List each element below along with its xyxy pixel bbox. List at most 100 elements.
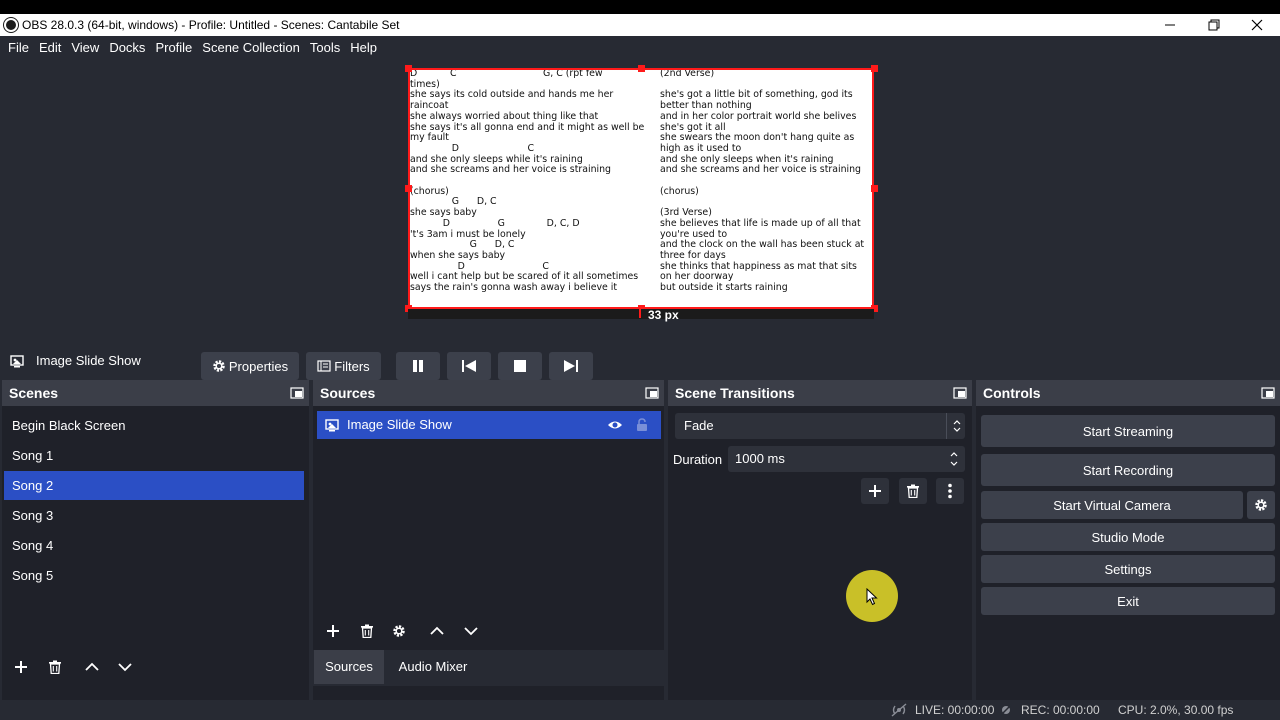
plus-icon	[327, 625, 339, 637]
source-properties-button[interactable]	[385, 618, 413, 644]
current-source-label: Image Slide Show	[36, 353, 141, 368]
undock-icon[interactable]	[290, 387, 304, 399]
undock-icon[interactable]	[645, 387, 659, 399]
tab-sources[interactable]: Sources	[314, 650, 384, 684]
move-source-up-button[interactable]	[423, 618, 451, 644]
move-scene-down-button[interactable]	[111, 654, 139, 680]
stop-slideshow-button[interactable]	[498, 352, 542, 380]
plus-icon	[869, 485, 881, 497]
move-source-down-button[interactable]	[457, 618, 485, 644]
title-bar: OBS 28.0.3 (64-bit, windows) - Profile: …	[0, 14, 1280, 36]
broadcast-off-icon	[891, 703, 907, 717]
resize-handle-top[interactable]	[638, 65, 645, 72]
scenes-header: Scenes	[2, 380, 309, 406]
chevron-down-icon	[118, 663, 132, 672]
resize-handle-right[interactable]	[871, 185, 878, 192]
skip-next-icon	[564, 360, 578, 372]
eye-icon[interactable]	[607, 419, 623, 431]
previous-slide-button[interactable]	[447, 352, 491, 380]
transition-select[interactable]: Fade	[675, 413, 965, 439]
tab-audio-mixer[interactable]: Audio Mixer	[390, 650, 476, 684]
unlock-icon[interactable]	[636, 418, 648, 432]
scene-item-song-5[interactable]: Song 5	[4, 561, 304, 590]
lyrics-left-column: D C G, C (rpt few times) she says its co…	[410, 68, 645, 294]
select-arrows	[946, 413, 965, 439]
duration-spinbox[interactable]: 1000 ms	[728, 446, 965, 472]
preview-area[interactable]: D C G, C (rpt few times) she says its co…	[0, 58, 1280, 344]
menu-scene-collection[interactable]: Scene Collection	[197, 40, 305, 55]
live-timer: LIVE: 00:00:00	[915, 703, 995, 717]
controls-header: Controls	[976, 380, 1280, 406]
menu-docks[interactable]: Docks	[104, 40, 150, 55]
menu-view[interactable]: View	[66, 40, 104, 55]
source-item[interactable]: Image Slide Show	[317, 411, 661, 439]
pause-slideshow-button[interactable]	[396, 352, 440, 380]
add-transition-button[interactable]	[861, 478, 889, 504]
add-source-button[interactable]	[319, 618, 347, 644]
scene-item-song-4[interactable]: Song 4	[4, 531, 304, 560]
restore-button[interactable]	[1192, 14, 1236, 36]
undock-icon[interactable]	[953, 387, 967, 399]
scene-item-song-3[interactable]: Song 3	[4, 501, 304, 530]
trash-icon	[361, 624, 373, 638]
rec-timer: REC: 00:00:00	[1021, 703, 1100, 717]
minimize-button[interactable]	[1148, 14, 1192, 36]
sources-header: Sources	[313, 380, 664, 406]
spin-arrows-icon[interactable]	[949, 450, 959, 468]
properties-button[interactable]: Properties	[201, 352, 299, 380]
exit-button[interactable]: Exit	[981, 587, 1275, 615]
menu-help[interactable]: Help	[345, 40, 382, 55]
current-source: Image Slide Show	[10, 353, 141, 368]
transition-menu-button[interactable]	[936, 478, 964, 504]
status-bar: LIVE: 00:00:00 REC: 00:00:00 CPU: 2.0%, …	[0, 700, 1280, 720]
start-streaming-button[interactable]: Start Streaming	[981, 415, 1275, 447]
duration-label: Duration	[673, 452, 723, 467]
chevron-up-icon	[85, 662, 99, 671]
remove-scene-button[interactable]	[41, 654, 69, 680]
virtual-camera-settings-button[interactable]	[1247, 491, 1275, 519]
preview-canvas[interactable]: D C G, C (rpt few times) she says its co…	[408, 68, 874, 309]
scene-item-begin-black-screen[interactable]: Begin Black Screen	[4, 411, 304, 440]
scene-item-song-1[interactable]: Song 1	[4, 441, 304, 470]
remove-transition-button[interactable]	[899, 478, 927, 504]
filters-label: Filters	[334, 358, 370, 374]
properties-label: Properties	[228, 358, 289, 374]
more-vertical-icon	[948, 483, 952, 499]
resize-handle-top-left[interactable]	[405, 65, 412, 72]
chevron-up-icon	[430, 626, 444, 635]
start-virtual-camera-button[interactable]: Start Virtual Camera	[981, 491, 1243, 519]
menu-file[interactable]: File	[3, 40, 34, 55]
remove-source-button[interactable]	[353, 618, 381, 644]
filter-icon	[317, 360, 331, 372]
filters-button[interactable]: Filters	[306, 352, 381, 380]
settings-button[interactable]: Settings	[981, 555, 1275, 583]
obs-logo-icon	[4, 18, 18, 32]
gear-icon	[393, 625, 405, 637]
resize-handle-top-right[interactable]	[871, 65, 878, 72]
menu-edit[interactable]: Edit	[34, 40, 66, 55]
move-scene-up-button[interactable]	[78, 654, 106, 680]
updown-chevron-icon	[953, 420, 961, 432]
menu-bar: File Edit View Docks Profile Scene Colle…	[0, 36, 1280, 58]
add-scene-button[interactable]	[7, 654, 35, 680]
mouse-cursor-icon	[866, 588, 878, 606]
lyrics-right-column: (2nd Verse) she's got a little bit of so…	[660, 68, 865, 294]
menu-profile[interactable]: Profile	[150, 40, 197, 55]
source-item-label: Image Slide Show	[347, 417, 452, 432]
source-toolbar: Image Slide Show Properties Filters	[0, 339, 1280, 381]
undock-icon[interactable]	[1261, 387, 1275, 399]
close-button[interactable]	[1235, 14, 1279, 36]
start-recording-button[interactable]: Start Recording	[981, 454, 1275, 486]
trash-icon	[907, 484, 919, 498]
gear-icon	[213, 360, 225, 372]
menu-tools[interactable]: Tools	[305, 40, 345, 55]
next-slide-button[interactable]	[549, 352, 593, 380]
transitions-header: Scene Transitions	[668, 380, 972, 406]
slideshow-icon	[325, 419, 339, 432]
transition-select-value: Fade	[684, 418, 714, 433]
resize-handle-left[interactable]	[405, 185, 412, 192]
scene-item-song-2[interactable]: Song 2	[4, 471, 304, 500]
studio-mode-button[interactable]: Studio Mode	[981, 523, 1275, 551]
plus-icon	[15, 661, 27, 673]
transitions-title: Scene Transitions	[675, 385, 795, 401]
